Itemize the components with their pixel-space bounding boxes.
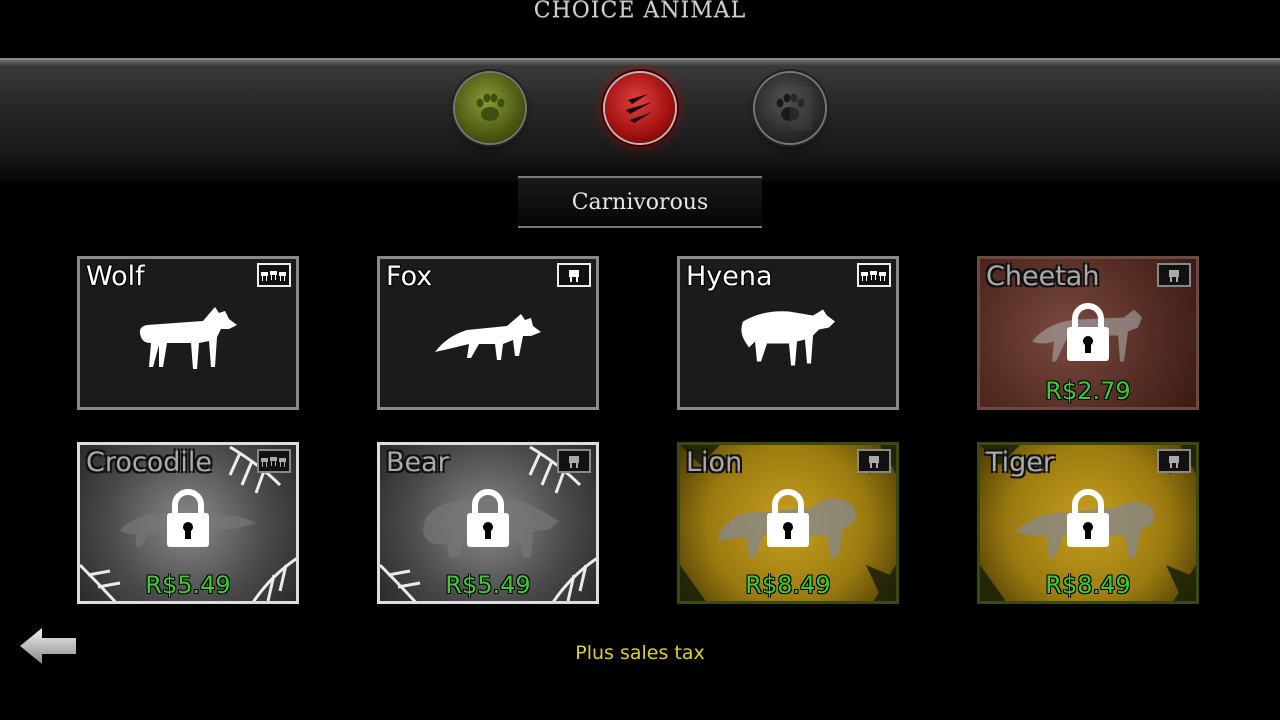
category-title: Carnivorous: [571, 189, 709, 215]
solo-icon: [1157, 263, 1191, 287]
pack-icon: [257, 449, 291, 473]
animal-name: Wolf: [86, 261, 145, 292]
solo-icon: [857, 449, 891, 473]
animal-name: Lion: [686, 447, 743, 478]
category-carnivore-button[interactable]: [605, 73, 675, 143]
price-label: R$2.79: [1045, 377, 1131, 405]
category-herbivore-button[interactable]: [455, 73, 525, 143]
category-omnivore-button[interactable]: [755, 73, 825, 143]
animal-name: Hyena: [686, 261, 773, 292]
wolf-silhouette-icon: [139, 307, 237, 369]
claw-scratch-icon: [626, 94, 652, 123]
price-label: R$8.49: [1045, 571, 1131, 599]
lock-icon: [167, 489, 209, 547]
animal-name: Crocodile: [86, 447, 212, 478]
animal-card-wolf[interactable]: Wolf: [77, 256, 299, 410]
page-title: CHOICE ANIMAL: [533, 0, 747, 23]
animal-card-bear[interactable]: Bear R$5.49: [377, 442, 599, 604]
animal-card-tiger[interactable]: Tiger R$8.49: [977, 442, 1199, 604]
price-label: R$8.49: [745, 571, 831, 599]
animal-card-fox[interactable]: Fox: [377, 256, 599, 410]
category-title-box: Carnivorous: [518, 176, 762, 228]
hyena-silhouette-icon: [741, 309, 835, 366]
fox-silhouette-icon: [435, 314, 541, 360]
animal-card-hyena[interactable]: Hyena: [677, 256, 899, 410]
animal-card-cheetah[interactable]: Cheetah R$2.79: [977, 256, 1199, 410]
animal-name: Tiger: [986, 447, 1055, 478]
animal-card-crocodile[interactable]: Crocodile R$5.49: [77, 442, 299, 604]
solo-icon: [557, 263, 591, 287]
lock-icon: [1067, 489, 1109, 547]
price-label: R$5.49: [445, 571, 531, 599]
lock-icon: [467, 489, 509, 547]
animal-name: Fox: [386, 261, 433, 292]
pack-icon: [257, 263, 291, 287]
pack-icon: [857, 263, 891, 287]
paw-icon: [476, 93, 505, 121]
lock-icon: [767, 489, 809, 547]
price-label: R$5.49: [145, 571, 231, 599]
sales-tax-note: Plus sales tax: [575, 642, 705, 664]
solo-icon: [1157, 449, 1191, 473]
lock-icon: [1067, 303, 1109, 361]
half-paw-icon: [776, 86, 812, 130]
animal-name: Cheetah: [986, 261, 1100, 292]
animal-name: Bear: [386, 447, 449, 478]
solo-icon: [557, 449, 591, 473]
animal-card-lion[interactable]: Lion R$8.49: [677, 442, 899, 604]
